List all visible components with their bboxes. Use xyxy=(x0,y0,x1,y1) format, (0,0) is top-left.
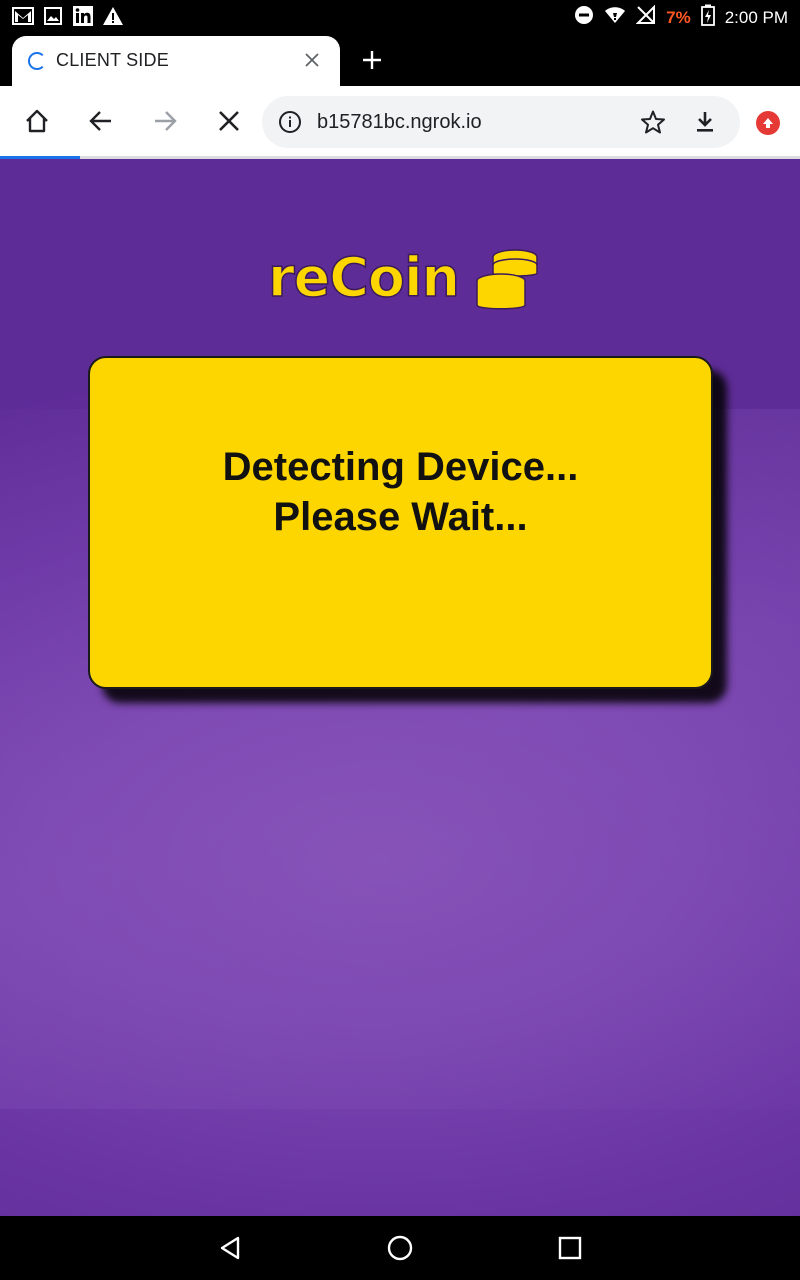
wifi-icon xyxy=(604,6,626,29)
logo-text: reCoin xyxy=(267,246,460,309)
tab-strip: CLIENT SIDE xyxy=(0,32,800,86)
warning-icon xyxy=(102,5,124,27)
status-bar: 7% 2:00 PM xyxy=(0,0,800,32)
system-icons: 7% 2:00 PM xyxy=(574,4,788,31)
recoin-logo: reCoin xyxy=(267,243,543,313)
detecting-message: Detecting Device... Please Wait... xyxy=(90,442,711,542)
bookmark-star-icon[interactable] xyxy=(640,109,666,135)
message-line-1: Detecting Device... xyxy=(222,445,579,489)
notification-icons xyxy=(12,5,124,27)
navigation-bar xyxy=(0,1216,800,1280)
status-card: Detecting Device... Please Wait... xyxy=(88,356,713,689)
address-bar[interactable]: b15781bc.ngrok.io xyxy=(262,96,740,148)
loading-spinner-icon xyxy=(28,52,46,70)
home-nav-icon[interactable] xyxy=(386,1234,414,1262)
web-page-content: reCoin Detecting Device... Please Wait..… xyxy=(0,159,800,1216)
gallery-icon xyxy=(42,5,64,27)
back-nav-icon[interactable] xyxy=(216,1234,244,1262)
linkedin-icon xyxy=(72,5,94,27)
browser-toolbar: b15781bc.ngrok.io xyxy=(0,86,800,158)
update-arrow-icon[interactable] xyxy=(756,111,780,135)
url-text: b15781bc.ngrok.io xyxy=(317,111,482,133)
battery-charging-icon xyxy=(700,4,715,31)
recents-nav-icon[interactable] xyxy=(556,1234,584,1262)
coin-stack-icon xyxy=(473,243,543,313)
download-icon[interactable] xyxy=(692,109,718,135)
battery-percent: 7% xyxy=(666,7,691,27)
tab-client-side[interactable]: CLIENT SIDE xyxy=(12,36,340,86)
close-tab-icon[interactable] xyxy=(302,50,322,70)
new-tab-button[interactable] xyxy=(360,48,384,72)
clock: 2:00 PM xyxy=(724,7,788,27)
do-not-disturb-icon xyxy=(574,5,594,30)
tab-title: CLIENT SIDE xyxy=(56,50,169,70)
home-button[interactable] xyxy=(22,106,52,136)
back-button[interactable] xyxy=(86,106,116,136)
forward-button[interactable] xyxy=(150,106,180,136)
no-signal-icon xyxy=(635,4,656,30)
gmail-icon xyxy=(12,5,34,27)
site-info-icon[interactable] xyxy=(278,110,302,134)
stop-loading-button[interactable] xyxy=(214,106,244,136)
message-line-2: Please Wait... xyxy=(273,495,528,539)
